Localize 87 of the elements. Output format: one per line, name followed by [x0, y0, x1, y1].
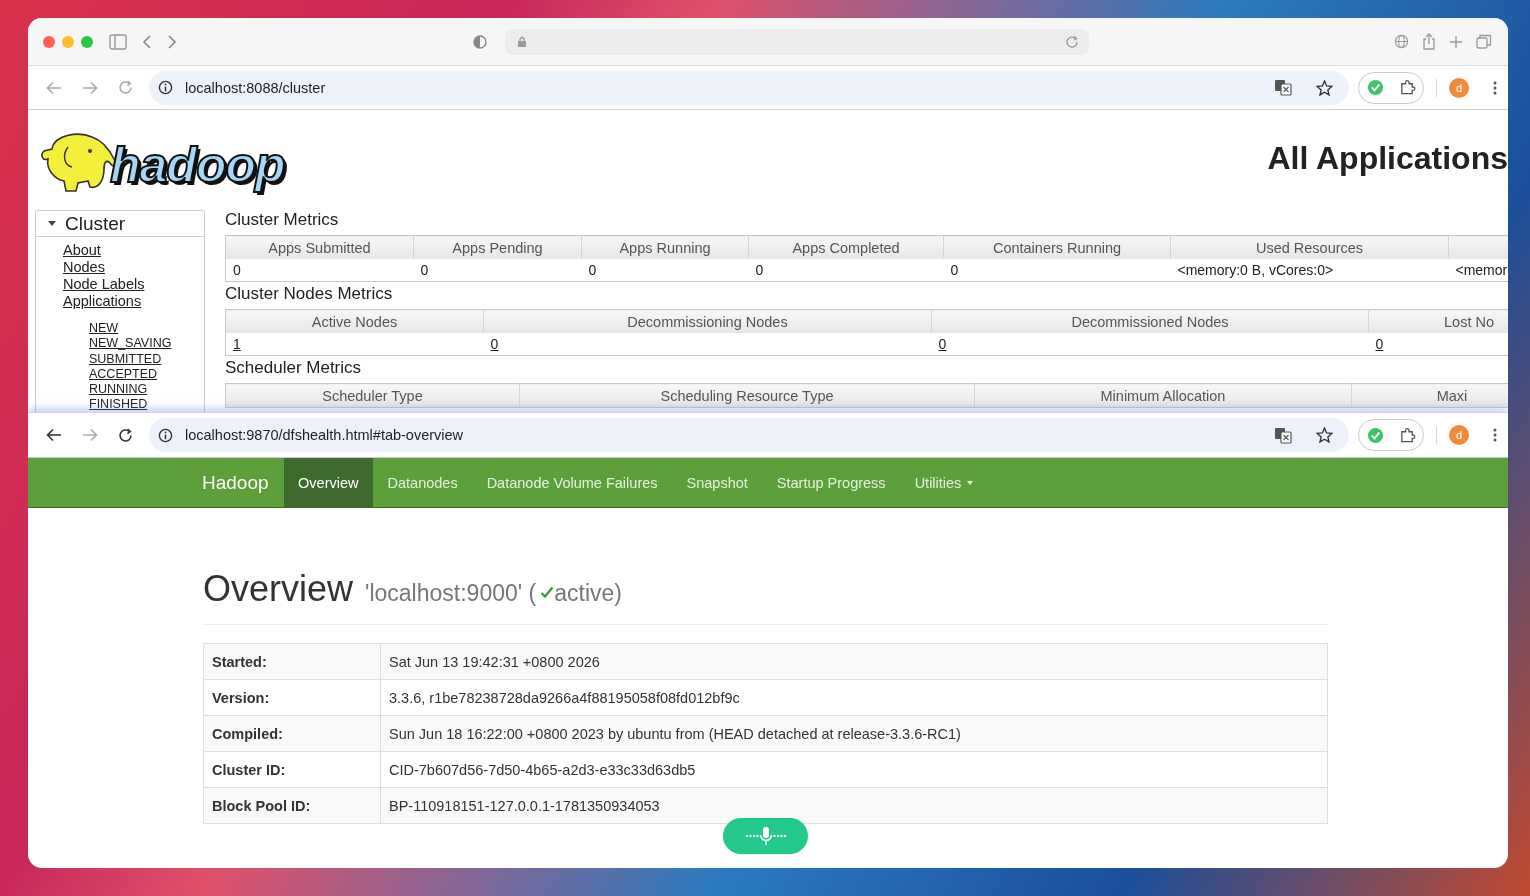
- sidebar-sublink[interactable]: FINISHED: [89, 397, 148, 412]
- sidebar-sublink[interactable]: ACCEPTED: [89, 366, 158, 383]
- menu-icon[interactable]: [1493, 80, 1497, 95]
- share-icon[interactable]: [1422, 33, 1436, 50]
- voice-input-button[interactable]: [723, 818, 808, 854]
- field-label: Version:: [212, 689, 270, 706]
- contrast-icon[interactable]: [473, 34, 487, 49]
- sidebar-sublink[interactable]: SUBMITTED: [89, 351, 162, 367]
- column-header: Used Resources: [1170, 235, 1449, 259]
- column-header: Apps Pending: [413, 235, 582, 259]
- nav-tab[interactable]: Overview: [283, 458, 373, 507]
- column-header: Apps Completed: [748, 235, 944, 259]
- column-header: Apps Submitted: [225, 235, 414, 259]
- caret-icon: [967, 480, 974, 485]
- check-extension-icon[interactable]: [1366, 426, 1384, 444]
- lock-icon: [517, 35, 527, 48]
- field-label: Block Pool ID:: [212, 797, 311, 814]
- field-label: Started:: [212, 653, 267, 670]
- back-icon[interactable]: [46, 428, 62, 442]
- field-value: 3.3.6, r1be78238728da9266a4f88195058f08fd012bf9c: [389, 689, 740, 706]
- field-value: BP-110918151-127.0.0.1-1781350934053: [389, 797, 660, 814]
- forward-icon[interactable]: [82, 80, 98, 95]
- column-header: Active Nodes: [225, 309, 484, 333]
- table-cell: <memor: [1455, 262, 1508, 278]
- table-cell-link[interactable]: 0: [490, 336, 499, 352]
- section-title: Cluster Metrics: [225, 210, 340, 230]
- table-cell: <memory:0 B, vCores:0>: [1177, 262, 1334, 278]
- table-cell-link[interactable]: 0: [938, 336, 947, 352]
- translate-icon[interactable]: [1274, 79, 1292, 96]
- close-button[interactable]: [43, 35, 55, 48]
- table-cell: 0: [233, 262, 241, 278]
- sidebar-link[interactable]: Nodes: [63, 259, 105, 276]
- tabs-icon[interactable]: [1476, 34, 1492, 49]
- column-header: Lost No: [1368, 309, 1508, 333]
- sidebar-sublink[interactable]: NEW_SAVING: [89, 336, 172, 352]
- column-header: Scheduling Resource Type: [519, 383, 975, 408]
- field-value: Sat Jun 13 19:42:31 +0800 2026: [389, 653, 600, 670]
- field-label: Cluster ID:: [212, 761, 286, 778]
- field-value: Sun Jun 18 16:22:00 +0800 2023 by ubuntu from (HEAD detached at release-3.3.6-RC1): [389, 725, 961, 742]
- field-label: Compiled:: [212, 725, 283, 742]
- section-title: Scheduler Metrics: [225, 358, 363, 378]
- puzzle-icon[interactable]: [1398, 426, 1416, 444]
- table-cell: 0: [950, 262, 959, 278]
- table-cell: 0: [588, 262, 597, 278]
- sidebar-sublink[interactable]: RUNNING: [89, 382, 148, 398]
- page-heading: All Applications: [1267, 139, 1508, 177]
- page-title: Overview: [203, 568, 354, 610]
- info-icon[interactable]: [158, 80, 173, 95]
- sidebar-icon[interactable]: [109, 33, 127, 50]
- column-header: Scheduler Type: [225, 383, 520, 408]
- star-icon[interactable]: [1316, 79, 1333, 96]
- column-header: Decommissioned Nodes: [931, 309, 1369, 333]
- field-value: CID-7b607d56-7d50-4b65-a2d3-e33c33d63db5: [389, 761, 696, 778]
- table-cell-link[interactable]: 1: [233, 336, 241, 352]
- zoom-button[interactable]: [81, 35, 93, 48]
- column-header: Decommissioning Nodes: [483, 309, 932, 333]
- collapse-caret-icon[interactable]: [48, 221, 56, 226]
- sidebar-sublink[interactable]: NEW: [89, 321, 119, 337]
- info-icon[interactable]: [158, 427, 173, 443]
- table-cell-link[interactable]: 0: [1375, 336, 1384, 352]
- check-extension-icon[interactable]: [1366, 79, 1384, 96]
- puzzle-icon[interactable]: [1398, 79, 1416, 96]
- column-header: Minimum Allocation: [974, 383, 1352, 408]
- forward-icon[interactable]: [167, 33, 177, 50]
- globe-icon[interactable]: [1394, 34, 1409, 49]
- sidebar-link[interactable]: Applications: [63, 293, 142, 310]
- section-title: Cluster Nodes Metrics: [225, 284, 394, 304]
- menu-icon[interactable]: [1493, 428, 1497, 442]
- new-tab-icon[interactable]: [1449, 34, 1463, 49]
- star-icon[interactable]: [1316, 427, 1333, 443]
- translate-icon[interactable]: [1274, 426, 1292, 444]
- status-text: active): [554, 580, 622, 607]
- hadoop-logo: hadoop: [110, 136, 285, 195]
- column-header: Containers Running: [943, 235, 1171, 259]
- sidebar-link[interactable]: About: [63, 242, 101, 259]
- column-header: Apps Running: [581, 235, 749, 259]
- table-cell: 0: [420, 262, 429, 278]
- column-header: Maxi: [1351, 383, 1508, 408]
- sidebar-link[interactable]: Node Labels: [63, 276, 145, 293]
- url-field[interactable]: localhost:8088/cluster: [149, 70, 1349, 105]
- reload-icon[interactable]: [118, 427, 133, 443]
- table-cell: 0: [755, 262, 764, 278]
- forward-icon[interactable]: [82, 428, 98, 442]
- minimize-button[interactable]: [62, 35, 74, 48]
- url-field[interactable]: localhost:9870/dfshealth.html#tab-overview: [149, 418, 1349, 452]
- namenode-address: 'localhost:9000' (: [365, 580, 537, 607]
- sidebar-title[interactable]: Cluster: [65, 212, 126, 235]
